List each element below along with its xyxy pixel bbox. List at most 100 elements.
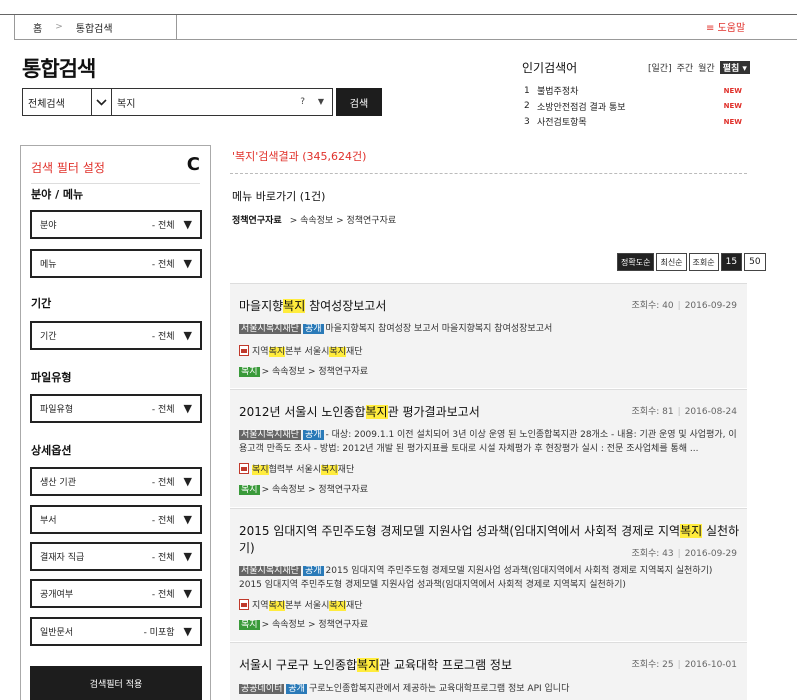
attachment[interactable]: 지역복지본부 서울시복지재단: [239, 344, 363, 357]
dropdown-value: - 전체: [151, 405, 175, 415]
popular-title: 인기검색어: [522, 61, 578, 75]
highlight: 복지: [321, 465, 338, 475]
path-text: > 속속정보 > 정책연구자료: [261, 485, 369, 495]
help-icon[interactable]: ?: [300, 97, 305, 107]
category-tag: 복지: [239, 620, 260, 630]
sort-views[interactable]: 조회순: [688, 253, 719, 271]
expand-toggle[interactable]: 펼침 ▾: [719, 61, 750, 74]
pdf-icon: [239, 599, 249, 610]
source-tag: 서울시복지재단: [239, 566, 301, 576]
result-date: 2016-09-29: [684, 549, 737, 559]
result-path[interactable]: 복지 > 속속정보 > 정책연구자료: [239, 617, 368, 630]
filter-file-type[interactable]: 파일유형 - 전체 ▼: [30, 394, 202, 423]
refresh-icon[interactable]: C: [187, 154, 200, 175]
result-title[interactable]: 마을지향복지 참여성장보고서: [239, 297, 386, 314]
page-size-15[interactable]: 15: [720, 253, 743, 271]
source-tag: 서울시복지재단: [239, 324, 301, 334]
result-path[interactable]: 복지 > 속속정보 > 정책연구자료: [239, 482, 368, 495]
filter-menu[interactable]: 메뉴 - 전체 ▼: [30, 249, 202, 278]
help-link[interactable]: ≡ 도움말: [706, 19, 745, 34]
dropdown-label: 생산 기관: [40, 478, 76, 488]
triangle-down-icon: ▼: [183, 475, 192, 488]
result-date: 2016-08-24: [684, 407, 737, 417]
highlight: 복지: [680, 524, 703, 538]
chevron-down-icon[interactable]: [91, 89, 111, 115]
menu-shortcut-path[interactable]: 정책연구자료 > 속속정보 > 정책연구자료: [232, 213, 396, 226]
highlight: 복지: [357, 658, 380, 672]
new-badge: NEW: [723, 117, 742, 126]
breadcrumb-separator: >: [55, 22, 63, 32]
section-detail: 상세옵션: [31, 444, 72, 457]
period-daily[interactable]: [일간]: [648, 61, 672, 74]
source-tag: 서울시복지재단: [239, 430, 301, 440]
view-count: 조회수: 43: [631, 549, 674, 559]
view-count: 조회수: 81: [631, 407, 674, 417]
title-text: 관 평가결과보고서: [387, 405, 480, 419]
dropdown-value: - 전체: [151, 332, 175, 342]
keyword[interactable]: 소방안전점검 결과 통보: [537, 100, 724, 113]
keyword[interactable]: 불법주정차: [537, 84, 724, 97]
section-file-type: 파일유형: [31, 371, 72, 384]
sort-controls: 정확도순 최신순 조회순 15 50: [617, 253, 766, 271]
dropdown-label: 메뉴: [40, 260, 57, 270]
file-text: 본부 서울시: [285, 601, 330, 611]
filter-approver-rank[interactable]: 결재자 직급 - 전체 ▼: [30, 542, 202, 571]
period-monthly[interactable]: 월간: [698, 61, 715, 74]
sort-accuracy[interactable]: 정확도순: [617, 253, 655, 271]
dropdown-icon[interactable]: ▼: [318, 97, 324, 106]
page-size-50[interactable]: 50: [744, 253, 766, 271]
search-query[interactable]: 복지: [117, 95, 135, 110]
dropdown-value: - 전체: [151, 553, 175, 563]
result-title[interactable]: 서울시 구로구 노인종합복지관 교육대학 프로그램 정보: [239, 656, 512, 673]
sort-latest[interactable]: 최신순: [656, 253, 687, 271]
filter-field[interactable]: 분야 - 전체 ▼: [30, 210, 202, 239]
dropdown-value: - 전체: [151, 221, 175, 231]
search-input[interactable]: 복지 ? ▼: [112, 88, 333, 116]
view-count: 조회수: 25: [631, 660, 674, 670]
triangle-down-icon: ▼: [183, 218, 192, 231]
breadcrumb-line: [177, 39, 797, 40]
result-summary-text: 서울시복지재단 공개 - 대상: 2009.1.1 이전 설치되어 3년 이상 운영…: [239, 428, 737, 456]
attachment[interactable]: 지역복지본부 서울시복지재단: [239, 598, 363, 611]
triangle-down-icon: ▼: [183, 513, 192, 526]
rank: 1: [524, 85, 530, 96]
result-meta: 조회수: 25 | 2016-10-01: [631, 660, 737, 670]
popular-item[interactable]: 3 사전검토항목 NEW: [524, 114, 742, 130]
keyword[interactable]: 사전검토항목: [537, 115, 724, 128]
result-date: 2016-10-01: [684, 660, 737, 670]
period-weekly[interactable]: 주간: [677, 61, 694, 74]
triangle-down-icon: ▼: [183, 550, 192, 563]
attachment[interactable]: 복지협력부 서울시복지재단: [239, 462, 354, 475]
search-scope-select[interactable]: 전체검색: [22, 88, 112, 116]
apply-filter-button[interactable]: 검색필터 적용: [30, 666, 202, 700]
result-title[interactable]: 2012년 서울시 노인종합복지관 평가결과보고서: [239, 403, 480, 420]
result-path[interactable]: 복지 > 속속정보 > 정책연구자료: [239, 364, 368, 377]
search-scope-value: 전체검색: [28, 98, 65, 110]
breadcrumb-current[interactable]: 통합검색: [76, 20, 113, 35]
search-button[interactable]: 검색: [336, 88, 382, 116]
new-badge: NEW: [723, 102, 742, 111]
filter-department[interactable]: 부서 - 전체 ▼: [30, 505, 202, 534]
result-item: 마을지향복지 참여성장보고서 조회수: 40 | 2016-09-29 서울시복지재…: [230, 283, 747, 388]
filter-agency[interactable]: 생산 기관 - 전체 ▼: [30, 467, 202, 496]
breadcrumb: 홈 > 통합검색: [14, 15, 177, 40]
title-text: 참여성장보고서: [305, 299, 387, 313]
result-summary-text: 서울시복지재단 공개 마을지향복지 참여성장 보고서 마을지향복지 참여성장보고서: [239, 322, 737, 336]
filter-period[interactable]: 기간 - 전체 ▼: [30, 321, 202, 350]
breadcrumb-home[interactable]: 홈: [33, 20, 42, 35]
menu-path-main[interactable]: 정책연구자료: [232, 213, 282, 226]
popular-item[interactable]: 1 불법주정차 NEW: [524, 83, 742, 99]
dropdown-value: - 전체: [151, 478, 175, 488]
filter-general-document[interactable]: 일반문서 - 미포함 ▼: [30, 617, 202, 646]
popular-item[interactable]: 2 소방안전점검 결과 통보 NEW: [524, 99, 742, 115]
rank: 2: [524, 101, 530, 112]
page-title: 통합검색: [22, 57, 96, 81]
summary-text: 마을지향복지 참여성장 보고서 마을지향복지 참여성장보고서: [325, 324, 553, 334]
open-tag: 공개: [302, 566, 324, 576]
result-summary: '복지'검색결과 (345,624건): [232, 150, 367, 163]
result-item: 2012년 서울시 노인종합복지관 평가결과보고서 조회수: 81 | 2016-0…: [230, 389, 747, 507]
pdf-icon: [239, 463, 249, 474]
title-text: 관 교육대학 프로그램 정보: [379, 658, 513, 672]
open-tag: 공개: [286, 684, 307, 694]
filter-disclosure[interactable]: 공개여부 - 전체 ▼: [30, 579, 202, 608]
